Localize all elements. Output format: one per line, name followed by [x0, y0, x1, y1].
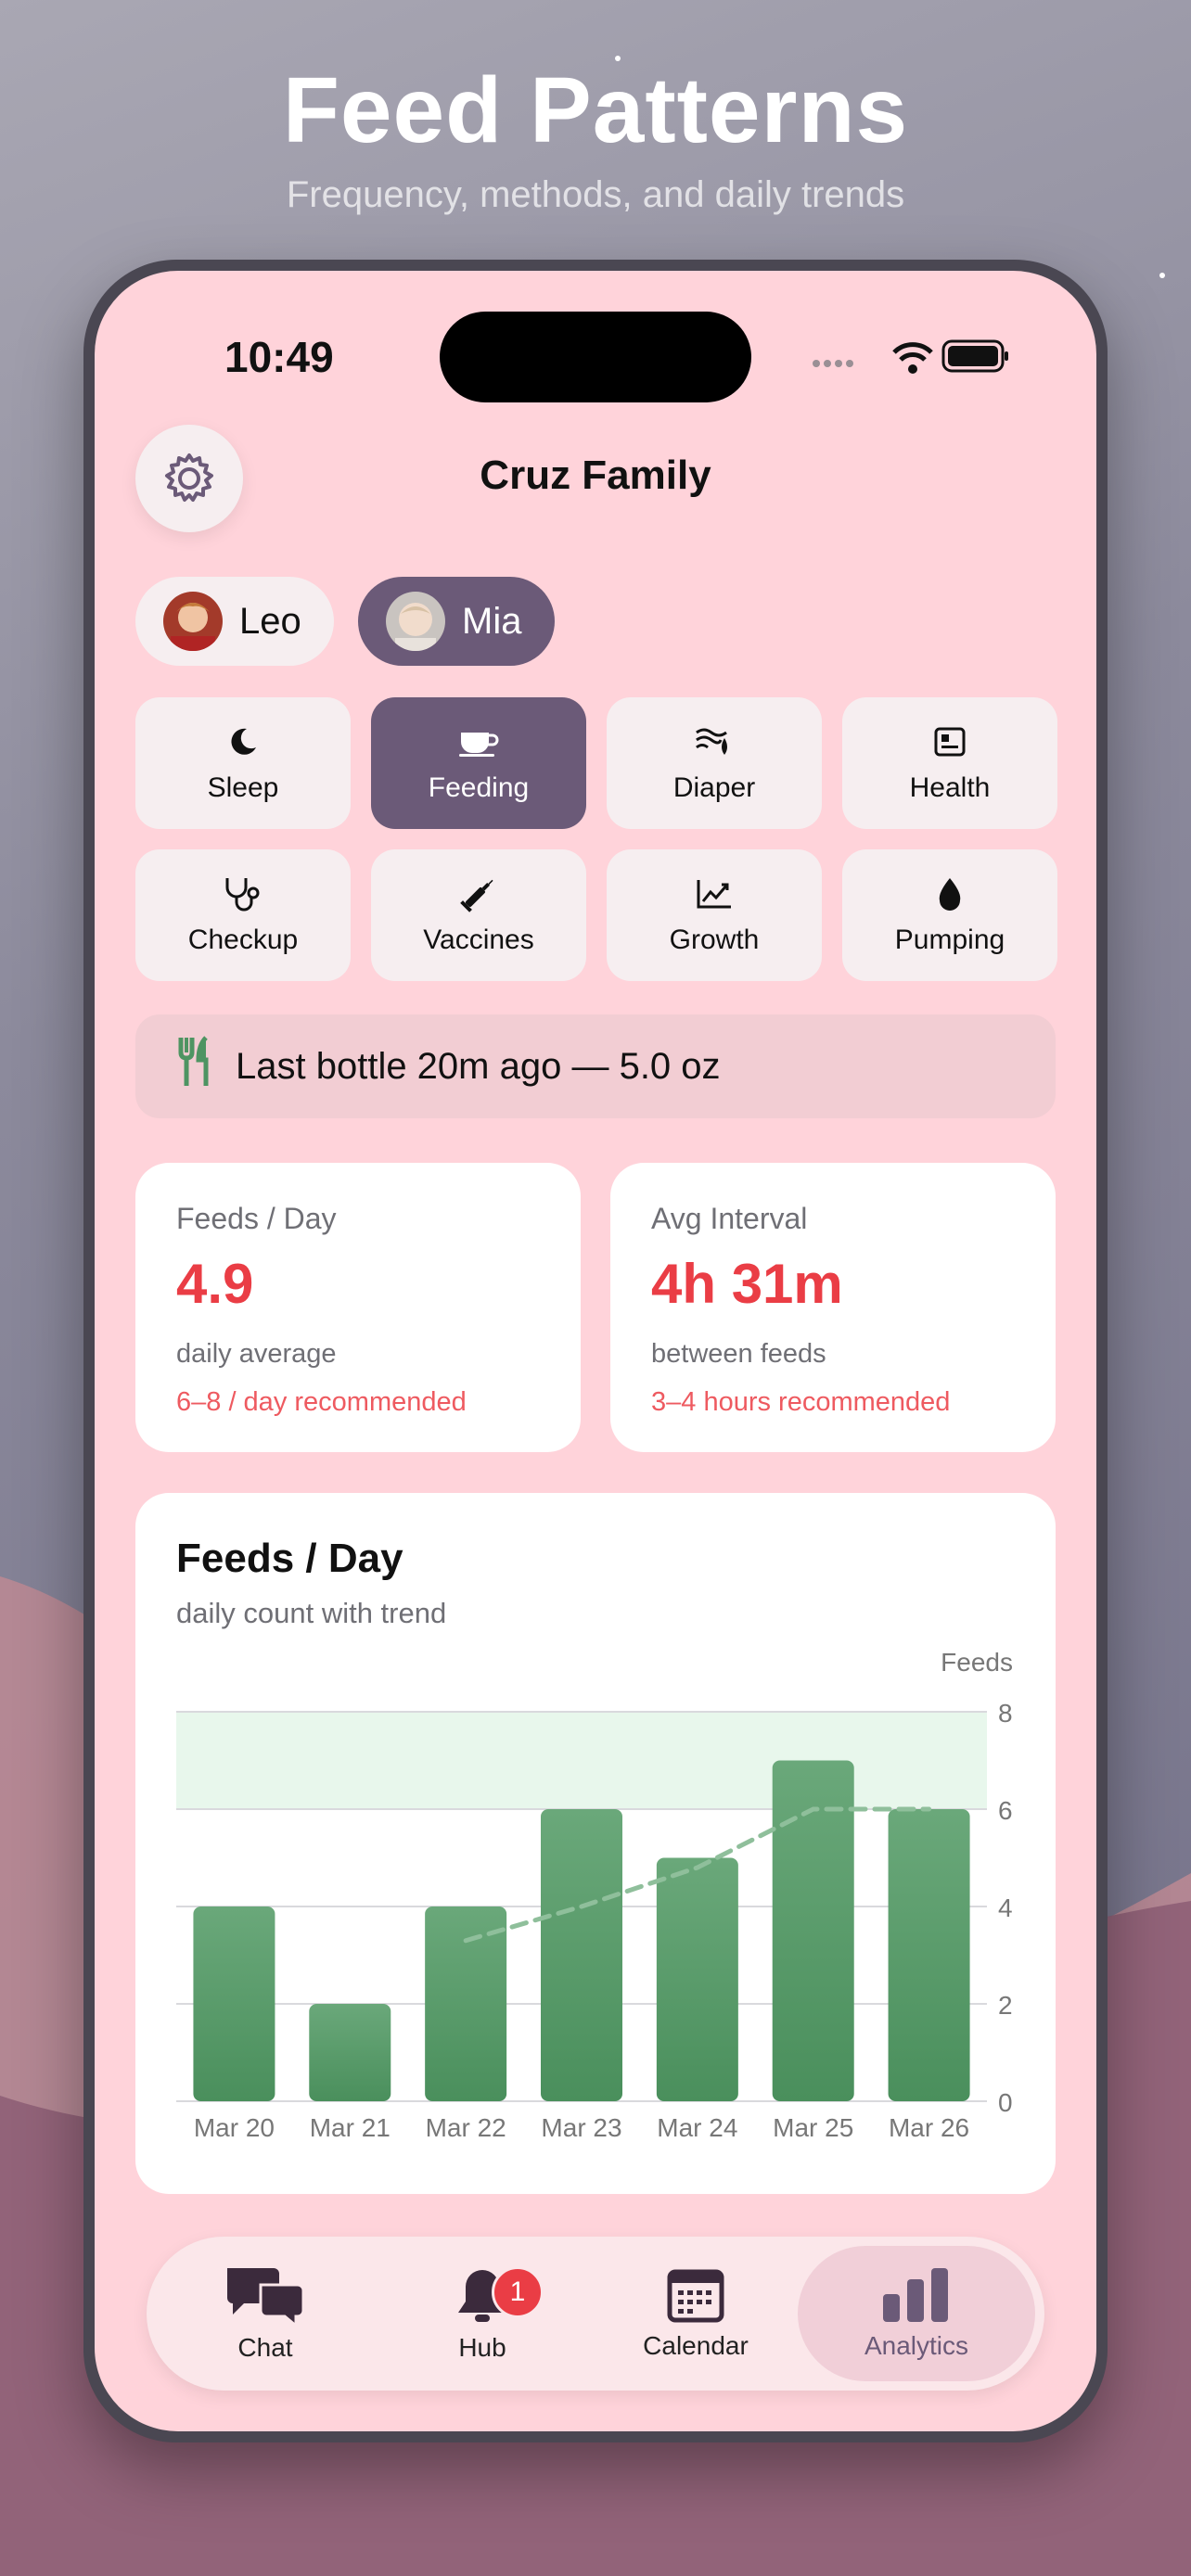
feeds-bar-chart: 0 2 4 6 8 Feeds Mar 20 Mar 21 Mar 22 Mar 23 Mar 24… — [176, 1648, 1013, 2142]
stat-title: Feeds / Day — [176, 1202, 337, 1235]
category-label: Health — [909, 772, 991, 803]
category-label: Feeding — [428, 772, 530, 803]
diaper-icon — [696, 728, 727, 755]
y-tick-label: 6 — [998, 1796, 1013, 1825]
tab-calendar[interactable]: Calendar — [586, 2246, 805, 2381]
avatar — [386, 592, 445, 651]
tab-label: Chat — [237, 2333, 293, 2362]
bar-mar-26 — [888, 1809, 970, 2101]
phone-frame: 10:49 Cruz Family Leo Mia Sleep Feeding … — [83, 260, 1108, 2442]
page-headline: Feed Patterns — [282, 58, 909, 162]
stat-sub: between feeds — [651, 1339, 826, 1369]
notification-badge: 1 — [492, 2266, 544, 2318]
y-tick-label: 8 — [998, 1699, 1013, 1728]
child-chip-leo[interactable]: Leo — [135, 577, 334, 666]
health-card-icon — [934, 727, 966, 757]
category-label: Sleep — [207, 772, 279, 803]
y-tick-label: 2 — [998, 1991, 1013, 2020]
category-label: Diaper — [672, 772, 756, 803]
category-label: Checkup — [187, 925, 299, 955]
category-label: Growth — [669, 925, 760, 955]
bar-chart-icon — [883, 2268, 948, 2322]
x-tick-label: Mar 23 — [541, 2113, 621, 2142]
moon-icon — [231, 728, 256, 755]
last-feed-banner[interactable]: Last bottle 20m ago — 5.0 oz — [135, 1014, 1056, 1118]
child-name: Leo — [239, 600, 301, 642]
stat-recommendation: 6–8 / day recommended — [176, 1387, 467, 1417]
stat-value: 4.9 — [176, 1253, 254, 1315]
chat-icon — [227, 2268, 305, 2326]
y-tick-label: 4 — [998, 1894, 1013, 1922]
bar-mar-21 — [309, 2004, 391, 2101]
stat-value: 4h 31m — [651, 1253, 843, 1315]
tab-hub[interactable]: 1 Hub — [373, 2246, 592, 2381]
category-diaper[interactable]: Diaper — [607, 697, 822, 829]
tab-analytics[interactable]: Analytics — [798, 2246, 1035, 2381]
category-label: Pumping — [894, 925, 1005, 955]
feeds-chart-card: Feeds / Day daily count with trend 02468… — [135, 1493, 1056, 2194]
page-subheadline: Frequency, methods, and daily trends — [286, 174, 905, 215]
stat-sub: daily average — [176, 1339, 337, 1369]
status-time: 10:49 — [224, 333, 334, 381]
calendar-icon — [667, 2269, 724, 2323]
tab-label: Analytics — [864, 2331, 969, 2360]
bar-mar-23 — [541, 1809, 622, 2101]
y-tick-label: 0 — [998, 2088, 1013, 2117]
category-sleep[interactable]: Sleep — [135, 697, 351, 829]
category-growth[interactable]: Growth — [607, 849, 822, 981]
recommended-band — [176, 1712, 987, 1809]
banner-text: Last bottle 20m ago — 5.0 oz — [236, 1045, 721, 1087]
bar-mar-24 — [656, 1857, 738, 2101]
growth-chart-icon — [697, 880, 731, 909]
stat-card-feeds-per-day: Feeds / Day 4.9 daily average 6–8 / day … — [135, 1163, 581, 1452]
x-tick-label: Mar 26 — [889, 2113, 969, 2142]
category-feeding[interactable]: Feeding — [371, 697, 586, 829]
category-checkup[interactable]: Checkup — [135, 849, 351, 981]
star-dot — [1159, 273, 1165, 278]
stat-recommendation: 3–4 hours recommended — [651, 1387, 951, 1417]
avatar — [163, 592, 223, 651]
app-screen: 10:49 Cruz Family Leo Mia Sleep Feeding … — [95, 271, 1096, 2431]
category-label: Vaccines — [423, 925, 534, 955]
tab-label: Calendar — [643, 2331, 749, 2360]
dynamic-island — [440, 312, 751, 402]
wifi-icon — [892, 342, 933, 374]
battery-icon — [941, 339, 1008, 373]
stat-card-avg-interval: Avg Interval 4h 31m between feeds 3–4 ho… — [610, 1163, 1056, 1452]
x-tick-label: Mar 20 — [194, 2113, 275, 2142]
x-tick-label: Mar 24 — [657, 2113, 737, 2142]
y-axis-label: Feeds — [941, 1648, 1013, 1677]
bar-mar-22 — [425, 1906, 507, 2101]
syringe-icon — [460, 879, 493, 912]
cup-icon — [459, 733, 499, 757]
tab-label: Hub — [458, 2333, 506, 2362]
category-vaccines[interactable]: Vaccines — [371, 849, 586, 981]
category-pumping[interactable]: Pumping — [842, 849, 1057, 981]
x-tick-label: Mar 22 — [426, 2113, 506, 2142]
bar-mar-20 — [193, 1906, 275, 2101]
family-title: Cruz Family — [480, 453, 711, 498]
stethoscope-icon — [225, 878, 260, 912]
x-tick-label: Mar 25 — [773, 2113, 853, 2142]
signal-icon — [813, 360, 853, 367]
fork-knife-icon — [178, 1036, 211, 1097]
stat-title: Avg Interval — [651, 1202, 808, 1235]
x-tick-label: Mar 21 — [310, 2113, 391, 2142]
child-name: Mia — [462, 600, 522, 642]
child-chip-mia[interactable]: Mia — [358, 577, 555, 666]
drop-icon — [939, 878, 961, 911]
tab-bar: Chat 1 Hub Calendar Analytics — [147, 2237, 1044, 2391]
tab-chat[interactable]: Chat — [156, 2246, 375, 2381]
category-health[interactable]: Health — [842, 697, 1057, 829]
status-icons — [813, 339, 1008, 374]
